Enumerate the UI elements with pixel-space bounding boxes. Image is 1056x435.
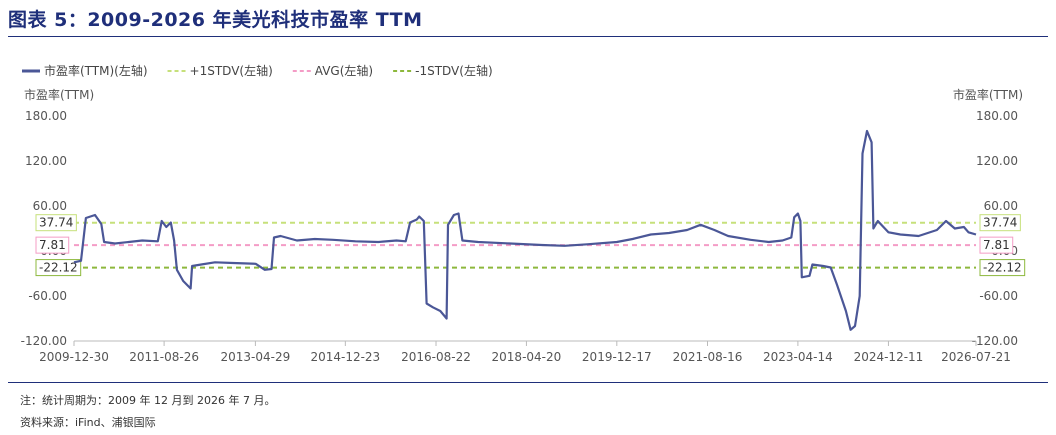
source-note: 资料来源：iFind、浦银国际 [20, 416, 156, 429]
y-tick-label: 120.00 [25, 154, 67, 168]
reference-label: 7.81 [39, 238, 66, 252]
x-tick-label: 2026-07-21 [941, 350, 1011, 364]
footer-divider [8, 382, 1048, 383]
y-tick-label: -60.00 [28, 289, 67, 303]
x-tick-label: 2019-12-17 [582, 350, 652, 364]
reference-label: 37.74 [983, 216, 1017, 230]
x-tick-label: 2016-08-22 [401, 350, 471, 364]
x-tick-label: 2024-12-11 [854, 350, 924, 364]
y-tick-label: 120.00 [976, 154, 1018, 168]
y-tick-label: -120.00 [972, 334, 1018, 348]
reference-label: -22.12 [39, 261, 78, 275]
series-lines [73, 129, 977, 331]
reference-label: 37.74 [39, 216, 73, 230]
figure-title: 图表 5：2009-2026 年美光科技市盈率 TTM [8, 9, 423, 31]
y-axis-label-right: 市盈率(TTM) [953, 87, 1023, 102]
legend-label: -1STDV(左轴) [415, 63, 493, 78]
reference-label: 7.81 [983, 238, 1010, 252]
legend-label: +1STDV(左轴) [190, 63, 273, 78]
x-tick-label: 2009-12-30 [39, 350, 109, 364]
pe-chart: 市盈率(TTM)(左轴) +1STDV(左轴) AVG(左轴) -1STDV(左轴) … [21, 63, 1026, 364]
legend-label: AVG(左轴) [315, 63, 373, 78]
y-tick-label: -120.00 [21, 334, 67, 348]
x-tick-label: 2023-04-14 [763, 350, 833, 364]
y-tick-label: 180.00 [976, 109, 1018, 123]
reference-label: -22.12 [983, 261, 1022, 275]
chart-legend: 市盈率(TTM)(左轴) +1STDV(左轴) AVG(左轴) -1STDV(左轴) [22, 63, 493, 78]
y-tick-label: -60.00 [979, 289, 1018, 303]
x-tick-label: 2014-12-23 [310, 350, 380, 364]
footnote: 注：统计周期为：2009 年 12 月到 2026 年 7 月。 [20, 394, 276, 407]
y-tick-label: 180.00 [25, 109, 67, 123]
y-tick-label: 60.00 [984, 199, 1018, 213]
x-axis: 2009-12-30 2011-08-26 2013-04-29 2014-12-23… [39, 340, 1011, 364]
title-divider [8, 36, 1048, 37]
y-axis-label-left: 市盈率(TTM) [24, 87, 94, 102]
y-tick-label: 60.00 [33, 199, 67, 213]
x-tick-label: 2021-08-16 [673, 350, 743, 364]
x-tick-label: 2018-04-20 [492, 350, 562, 364]
x-tick-label: 2013-04-29 [221, 350, 291, 364]
legend-label: 市盈率(TTM)(左轴) [44, 63, 148, 78]
x-tick-label: 2011-08-26 [129, 350, 199, 364]
pe-ttm-line [73, 129, 977, 331]
